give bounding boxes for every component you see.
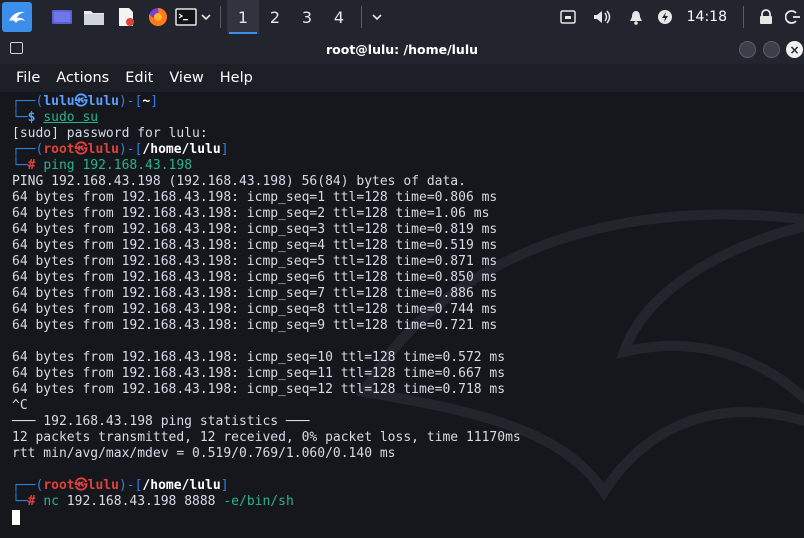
output-line: ^C bbox=[12, 398, 28, 413]
command-name: nc bbox=[43, 494, 59, 509]
workspace-3[interactable]: 3 bbox=[291, 0, 323, 34]
close-button[interactable]: × bbox=[786, 41, 803, 58]
terminal-launcher-icon[interactable] bbox=[174, 0, 198, 34]
prompt-user: root㉿lulu bbox=[43, 142, 119, 157]
output-line: 64 bytes from 192.168.43.198: icmp_seq=7… bbox=[12, 286, 498, 301]
output-line: 64 bytes from 192.168.43.198: icmp_seq=6… bbox=[12, 270, 498, 285]
output-line: 64 bytes from 192.168.43.198: icmp_seq=1… bbox=[12, 190, 498, 205]
file-manager-icon[interactable] bbox=[78, 0, 110, 34]
clock[interactable]: 14:18 bbox=[687, 9, 727, 25]
menu-view[interactable]: View bbox=[169, 70, 203, 86]
workspace-2[interactable]: 2 bbox=[259, 0, 291, 34]
logout-icon[interactable] bbox=[782, 0, 804, 34]
output-line: 64 bytes from 192.168.43.198: icmp_seq=3… bbox=[12, 222, 498, 237]
output-line: 64 bytes from 192.168.43.198: icmp_seq=4… bbox=[12, 238, 498, 253]
terminal-window: root@lulu: /home/lulu × File Actions Edi… bbox=[0, 34, 804, 538]
output-line: rtt min/avg/max/mdev = 0.519/0.769/1.060… bbox=[12, 446, 396, 461]
close-icon: × bbox=[789, 42, 800, 57]
workspace-4[interactable]: 4 bbox=[323, 0, 355, 34]
workspace-label: 2 bbox=[269, 7, 281, 27]
command-line: sudo su bbox=[43, 110, 99, 125]
chevron-down-icon[interactable] bbox=[198, 0, 214, 34]
power-manager-icon[interactable] bbox=[653, 0, 677, 34]
panel-separator bbox=[220, 6, 221, 28]
sudo-prompt: [sudo] password for lulu: bbox=[12, 126, 208, 141]
terminal-output: ┌──(lulu㉿lulu)-[~] └─$ sudo su [sudo] pa… bbox=[12, 94, 521, 527]
command-flag: -e/bin/sh bbox=[223, 494, 294, 509]
output-line: 64 bytes from 192.168.43.198: icmp_seq=1… bbox=[12, 366, 506, 381]
prompt-user: lulu㉿lulu bbox=[43, 94, 119, 109]
menu-actions[interactable]: Actions bbox=[56, 70, 109, 86]
output-line: 64 bytes from 192.168.43.198: icmp_seq=5… bbox=[12, 254, 498, 269]
notification-panel-icon[interactable] bbox=[551, 0, 585, 34]
text-editor-icon[interactable] bbox=[110, 0, 142, 34]
firefox-icon[interactable] bbox=[142, 0, 174, 34]
output-line: 64 bytes from 192.168.43.198: icmp_seq=8… bbox=[12, 302, 498, 317]
notifications-bell-icon[interactable] bbox=[619, 0, 653, 34]
menu-help[interactable]: Help bbox=[220, 70, 253, 86]
show-desktop-icon[interactable] bbox=[46, 0, 78, 34]
window-list-chevron-icon[interactable] bbox=[368, 0, 386, 34]
system-tray: 14:18 bbox=[551, 0, 804, 34]
window-title: root@lulu: /home/lulu bbox=[325, 41, 479, 57]
minimize-button[interactable] bbox=[739, 41, 756, 58]
output-line: PING 192.168.43.198 (192.168.43.198) 56(… bbox=[12, 174, 466, 189]
lock-screen-icon[interactable] bbox=[750, 0, 782, 34]
terminal-window-icon bbox=[10, 42, 23, 54]
output-line: ─── 192.168.43.198 ping statistics ─── bbox=[12, 414, 310, 429]
panel-separator bbox=[743, 6, 744, 28]
workspace-1[interactable]: 1 bbox=[227, 0, 259, 34]
volume-icon[interactable] bbox=[585, 0, 619, 34]
output-line: 64 bytes from 192.168.43.198: icmp_seq=1… bbox=[12, 350, 506, 365]
kali-menu-button[interactable] bbox=[2, 2, 32, 32]
prompt-path: /home/lulu bbox=[142, 142, 221, 157]
terminal-area[interactable]: ┌──(lulu㉿lulu)-[~] └─$ sudo su [sudo] pa… bbox=[0, 92, 804, 538]
maximize-button[interactable] bbox=[763, 41, 780, 58]
top-panel: 1 2 3 4 14:18 bbox=[0, 0, 804, 34]
output-line: 64 bytes from 192.168.43.198: icmp_seq=1… bbox=[12, 382, 506, 397]
output-line: 12 packets transmitted, 12 received, 0% … bbox=[12, 430, 521, 445]
kali-dragon-icon bbox=[9, 11, 25, 23]
command-args: 192.168.43.198 8888 bbox=[58, 494, 224, 509]
prompt-path: /home/lulu bbox=[142, 478, 221, 493]
menu-file[interactable]: File bbox=[16, 70, 40, 86]
menu-edit[interactable]: Edit bbox=[125, 70, 153, 86]
text-cursor bbox=[12, 510, 20, 525]
panel-separator bbox=[361, 6, 362, 28]
workspace-label: 1 bbox=[237, 7, 249, 27]
output-line: 64 bytes from 192.168.43.198: icmp_seq=2… bbox=[12, 206, 490, 221]
output-line: 64 bytes from 192.168.43.198: icmp_seq=9… bbox=[12, 318, 498, 333]
window-titlebar[interactable]: root@lulu: /home/lulu × bbox=[0, 34, 804, 64]
prompt-user: root㉿lulu bbox=[43, 478, 119, 493]
workspace-label: 3 bbox=[301, 7, 313, 27]
workspace-label: 4 bbox=[333, 7, 345, 27]
menubar: File Actions Edit View Help bbox=[0, 64, 804, 92]
command-line: ping 192.168.43.198 bbox=[43, 158, 193, 173]
